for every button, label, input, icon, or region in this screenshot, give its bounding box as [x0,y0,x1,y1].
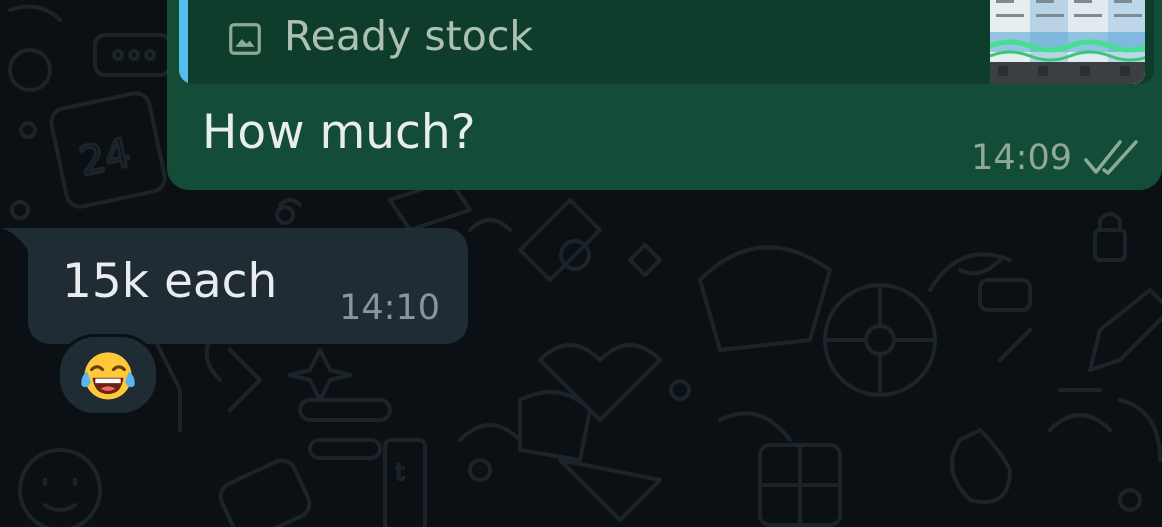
laughing-tears-emoji-icon [81,352,135,400]
svg-text:24: 24 [75,130,134,186]
quoted-text: Ready stock [284,12,534,60]
message-text: How much? [202,105,476,160]
double-check-icon [1084,140,1138,175]
quoted-image-thumbnail [990,0,1145,84]
incoming-message[interactable]: 15k each 14:10 [28,228,468,344]
message-time: 14:09 [971,138,1072,178]
svg-text:t: t [395,458,405,486]
outgoing-message[interactable]: Ready stock How much? 14:09 [167,0,1162,190]
quote-accent-bar [179,0,188,84]
quoted-message[interactable]: Ready stock [179,0,1154,84]
message-meta: 14:09 [971,138,1140,178]
message-time: 14:10 [339,288,440,328]
message-reaction[interactable] [57,334,159,416]
image-icon [229,23,261,55]
message-text: 15k each [62,254,278,309]
